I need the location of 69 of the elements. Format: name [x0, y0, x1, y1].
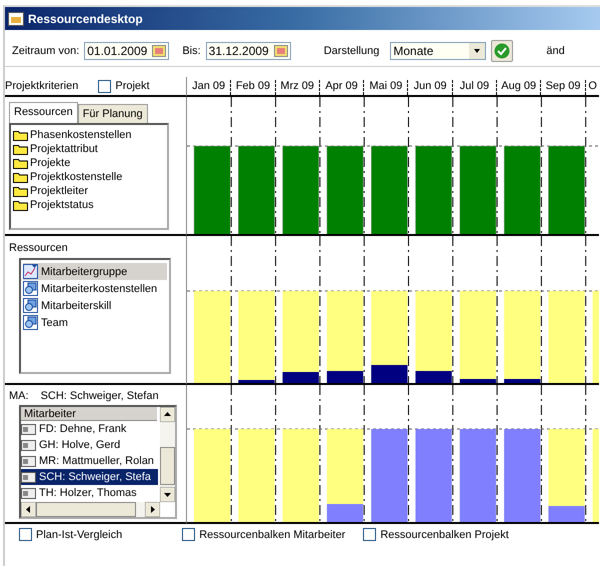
checkbox[interactable] — [98, 80, 112, 92]
section-label: Ressourcen — [9, 242, 69, 254]
list-item[interactable]: SCH: Schweiger, Stefa — [21, 469, 158, 485]
list-item[interactable]: MR: Mattmueller, Rolan — [21, 453, 158, 469]
chart-icon — [23, 264, 38, 279]
caret-icon[interactable] — [469, 43, 486, 59]
list-item[interactable]: Mitarbeiterkostenstellen — [23, 280, 167, 297]
toolbar-label: änd — [546, 45, 565, 57]
list-item[interactable]: Team — [23, 314, 167, 331]
tab[interactable]: Für Planung — [78, 104, 148, 123]
date-field[interactable]: 31.12.2009 — [206, 42, 291, 60]
checkbox-label: Plan-Ist-Vergleich — [36, 528, 122, 540]
down-arrow-icon[interactable] — [160, 487, 175, 502]
card-icon — [21, 456, 36, 466]
view-dropdown[interactable]: Monate — [390, 42, 486, 60]
checkmark-icon — [494, 43, 510, 59]
calendar-icon[interactable] — [274, 45, 288, 57]
month-header: Mai 09 — [364, 80, 408, 95]
card-icon — [21, 488, 36, 498]
card-icon — [21, 440, 36, 450]
list-item[interactable]: Phasenkostenstellen — [30, 129, 132, 141]
list-item[interactable]: Projektstatus — [30, 199, 94, 211]
month-header: Feb 09 — [231, 80, 276, 95]
apply-button[interactable] — [491, 40, 514, 62]
month-header: Sep 09 — [541, 80, 586, 95]
employee-prefix: MA: — [9, 390, 29, 402]
card-icon — [21, 472, 36, 482]
checkbox-label: Ressourcenbalken Mitarbeiter — [199, 528, 346, 540]
criteria-label: Projektkriterien — [5, 80, 78, 92]
list-item[interactable]: Mitarbeitergruppe — [23, 263, 167, 280]
card-icon — [21, 424, 36, 434]
view-label: Darstellung — [324, 45, 380, 57]
calendar-icon[interactable] — [152, 45, 166, 57]
vertical-scrollbar[interactable] — [160, 407, 175, 502]
employee-name: SCH: Schweiger, Stefan — [40, 390, 159, 402]
tab[interactable]: Ressourcen — [9, 102, 78, 123]
up-arrow-icon[interactable] — [160, 407, 175, 422]
left-arrow-icon[interactable] — [21, 502, 36, 517]
group-icon — [23, 281, 38, 296]
column-header[interactable]: Mitarbeiter — [21, 407, 157, 421]
month-header: Mrz 09 — [276, 80, 320, 95]
month-header: O — [587, 80, 598, 94]
list-item[interactable]: Projektattribut — [30, 143, 98, 155]
checkbox-label: Projekt — [115, 80, 150, 92]
group-icon — [23, 315, 38, 330]
list-item[interactable]: TH: Holzer, Thomas — [21, 485, 158, 501]
horizontal-scrollbar[interactable] — [21, 502, 160, 517]
checkbox[interactable] — [19, 528, 32, 541]
scroll-thumb[interactable] — [160, 447, 175, 485]
window-title: Ressourcendesktop — [28, 12, 143, 26]
right-arrow-icon[interactable] — [145, 502, 160, 517]
date-field[interactable]: 01.01.2009 — [84, 42, 170, 60]
to-label: Bis: — [182, 45, 201, 57]
group-icon — [23, 298, 38, 313]
month-header: Jun 09 — [408, 80, 453, 95]
list-item[interactable]: Projektleiter — [30, 185, 88, 197]
from-label: Zeitraum von: — [12, 45, 80, 57]
checkbox[interactable] — [363, 528, 376, 541]
list-item[interactable]: GH: Holve, Gerd — [21, 437, 158, 453]
checkbox[interactable] — [182, 528, 196, 541]
list-item[interactable]: Projektkostenstelle — [30, 171, 122, 183]
list-item[interactable]: Projekte — [30, 157, 70, 169]
list-item[interactable]: FD: Dehne, Frank — [21, 421, 158, 437]
checkbox-label: Ressourcenbalken Projekt — [380, 528, 509, 540]
month-header: Jan 09 — [187, 80, 232, 95]
month-header: Jul 09 — [452, 80, 498, 95]
month-header: Apr 09 — [320, 80, 364, 95]
list-item[interactable]: Mitarbeiterskill — [23, 297, 167, 314]
month-header: Aug 09 — [497, 80, 542, 95]
